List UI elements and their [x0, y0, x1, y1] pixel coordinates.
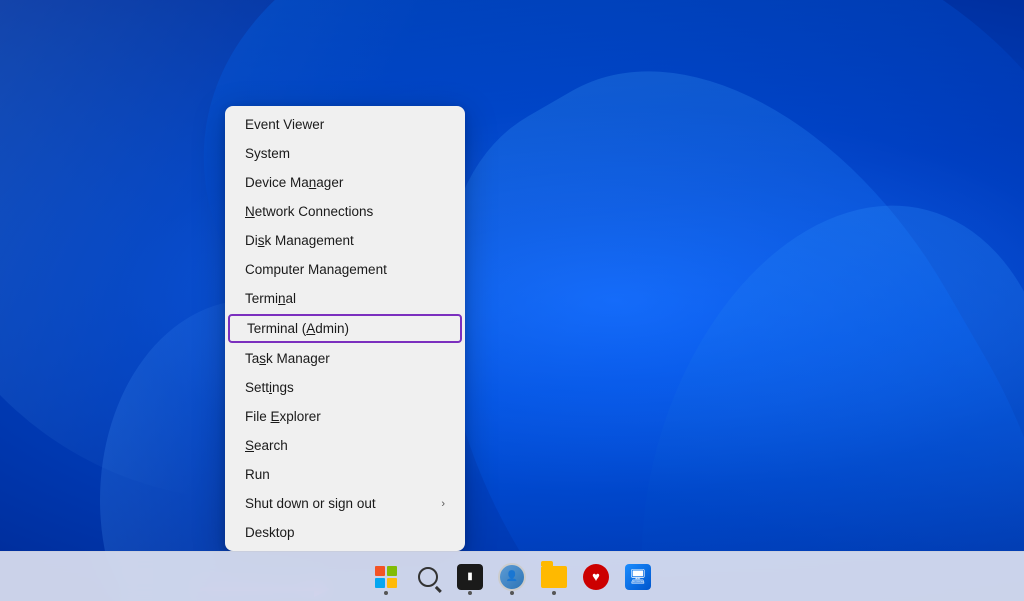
terminal-app-icon: ▮ — [457, 564, 483, 590]
menu-item-run[interactable]: Run — [225, 460, 465, 489]
menu-item-settings[interactable]: Settings — [225, 373, 465, 402]
file-explorer-button[interactable] — [534, 557, 574, 597]
menu-label-device-manager: Device Manager — [245, 175, 343, 190]
menu-item-search[interactable]: Search — [225, 431, 465, 460]
menu-label-search: Search — [245, 438, 288, 453]
menu-item-device-manager[interactable]: Device Manager — [225, 168, 465, 197]
desktop: Event Viewer System Device Manager Netwo… — [0, 0, 1024, 601]
blue-app-icon: 🖥 — [625, 564, 651, 590]
taskbar-indicator — [468, 591, 472, 595]
search-button[interactable] — [408, 557, 448, 597]
taskbar: ▮ 👤 ♥ 🖥 — [0, 551, 1024, 601]
menu-label-computer-management: Computer Management — [245, 262, 387, 277]
menu-item-task-manager[interactable]: Task Manager — [225, 344, 465, 373]
menu-label-shut-down: Shut down or sign out — [245, 496, 376, 511]
menu-item-terminal[interactable]: Terminal — [225, 284, 465, 313]
folder-icon — [541, 566, 567, 588]
search-icon — [418, 567, 438, 587]
menu-label-run: Run — [245, 467, 270, 482]
menu-item-system[interactable]: System — [225, 139, 465, 168]
taskbar-indicator — [510, 591, 514, 595]
menu-item-event-viewer[interactable]: Event Viewer — [225, 110, 465, 139]
taskbar-indicator — [552, 591, 556, 595]
menu-label-file-explorer: File Explorer — [245, 409, 321, 424]
menu-item-file-explorer[interactable]: File Explorer — [225, 402, 465, 431]
submenu-arrow-icon: › — [441, 498, 445, 510]
menu-item-shut-down[interactable]: Shut down or sign out › — [225, 489, 465, 518]
terminal-button[interactable]: ▮ — [450, 557, 490, 597]
wallpaper — [0, 0, 1024, 601]
menu-label-task-manager: Task Manager — [245, 351, 330, 366]
taskbar-indicator — [384, 591, 388, 595]
menu-item-terminal-admin[interactable]: Terminal (Admin) — [228, 314, 462, 343]
menu-label-network-connections: Network Connections — [245, 204, 373, 219]
menu-label-disk-management: Disk Management — [245, 233, 354, 248]
menu-label-event-viewer: Event Viewer — [245, 117, 324, 132]
menu-label-terminal-admin: Terminal (Admin) — [247, 321, 349, 336]
menu-item-disk-management[interactable]: Disk Management — [225, 226, 465, 255]
menu-item-desktop[interactable]: Desktop — [225, 518, 465, 547]
menu-item-network-connections[interactable]: Network Connections — [225, 197, 465, 226]
windows-logo-icon — [375, 566, 397, 588]
menu-item-computer-management[interactable]: Computer Management — [225, 255, 465, 284]
menu-label-terminal: Terminal — [245, 291, 296, 306]
red-app-icon: ♥ — [583, 564, 609, 590]
app2-button[interactable]: 🖥 — [618, 557, 658, 597]
context-menu: Event Viewer System Device Manager Netwo… — [225, 106, 465, 551]
start-button[interactable] — [366, 557, 406, 597]
menu-label-desktop: Desktop — [245, 525, 295, 540]
chrome-button[interactable]: 👤 — [492, 557, 532, 597]
app1-button[interactable]: ♥ — [576, 557, 616, 597]
menu-label-system: System — [245, 146, 290, 161]
menu-label-settings: Settings — [245, 380, 294, 395]
taskbar-icons: ▮ 👤 ♥ 🖥 — [366, 557, 658, 597]
chrome-icon: 👤 — [498, 563, 526, 591]
